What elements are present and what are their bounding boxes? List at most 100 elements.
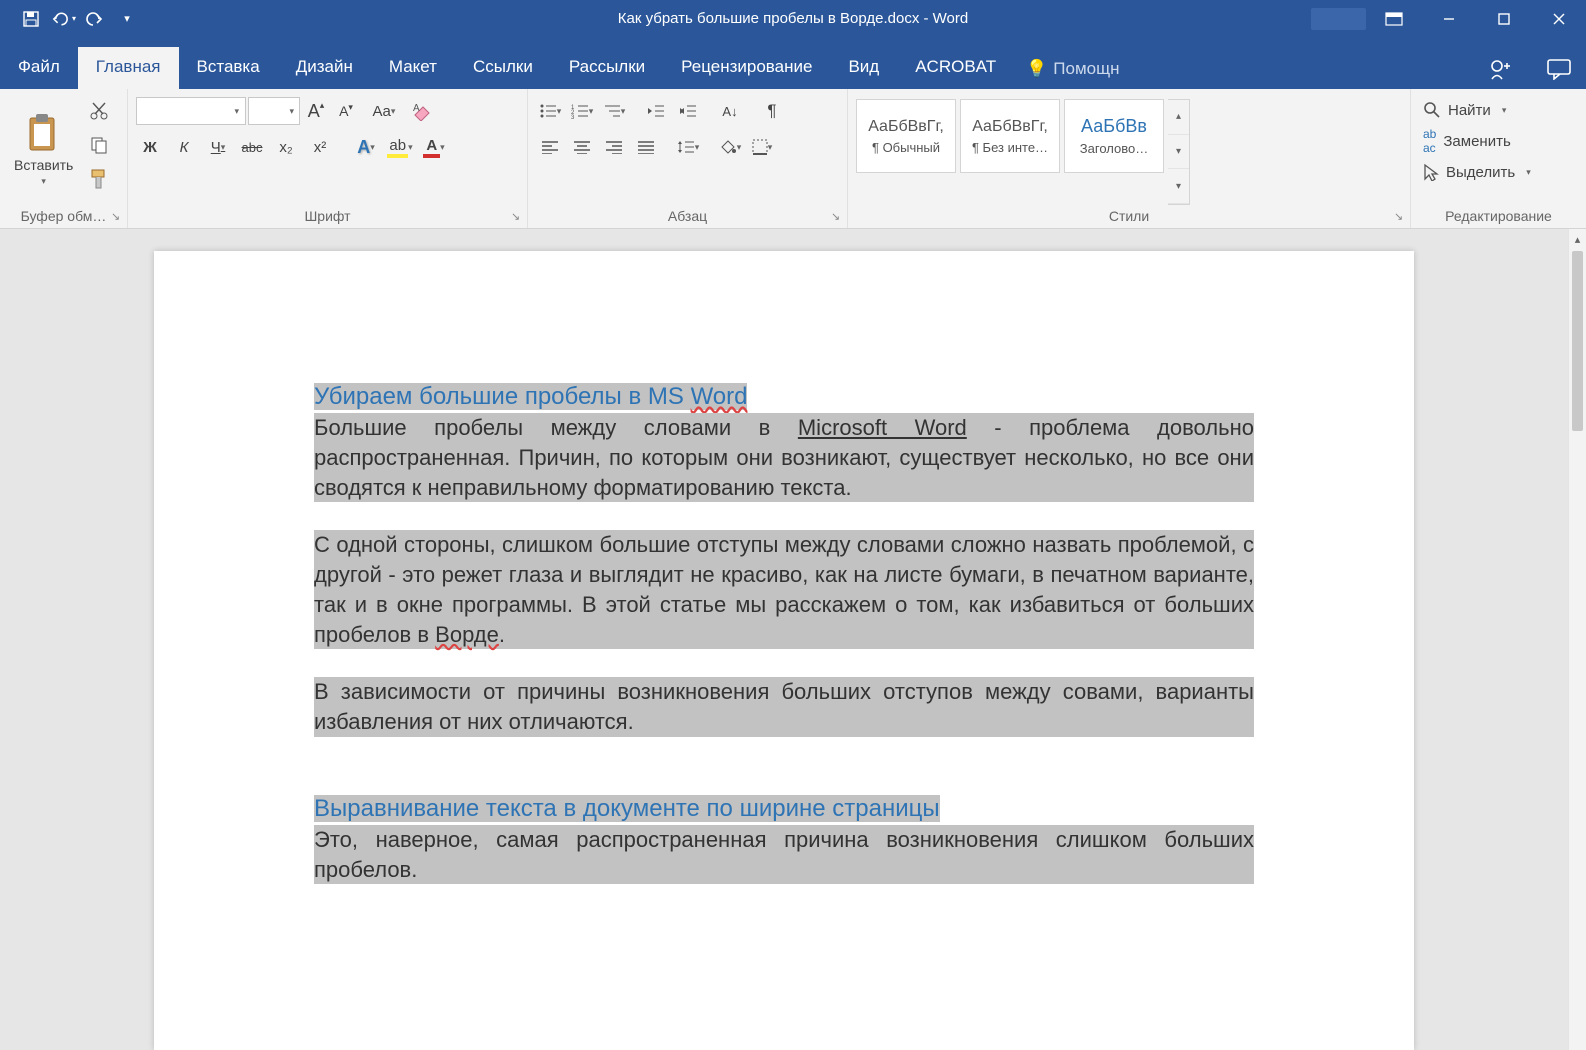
line-spacing-button[interactable]: ▾ [674,133,702,161]
tab-insert[interactable]: Вставка [179,47,278,89]
page[interactable]: Убираем большие пробелы в MS Word Больши… [154,251,1414,1050]
show-marks-button[interactable]: ¶ [758,97,786,125]
document-title: Как убрать большие пробелы в Ворде.docx … [618,10,968,27]
font-dialog-launcher[interactable]: ↘ [511,210,525,224]
tab-references[interactable]: Ссылки [455,47,551,89]
scroll-up-button[interactable]: ▴ [1569,229,1586,249]
gallery-more-icon[interactable]: ▾ [1168,169,1189,204]
vertical-scrollbar[interactable]: ▴ [1568,229,1586,1050]
account-placeholder[interactable] [1311,0,1366,37]
clipboard-dialog-launcher[interactable]: ↘ [111,210,125,224]
superscript-button[interactable]: x² [306,133,334,161]
text-effects-button[interactable]: A▾ [352,133,380,161]
select-button[interactable]: Выделить▾ [1419,161,1578,183]
italic-button[interactable]: К [170,133,198,161]
scissors-icon [89,101,109,121]
brush-icon [88,168,110,190]
tab-review[interactable]: Рецензирование [663,47,830,89]
borders-button[interactable]: ▾ [748,133,776,161]
align-right-icon [605,140,623,154]
tab-mailings[interactable]: Рассылки [551,47,663,89]
style-heading1[interactable]: АаБбВв Заголово… [1064,99,1164,173]
replace-icon: abac [1423,127,1436,155]
tab-layout[interactable]: Макет [371,47,455,89]
sort-button[interactable]: А↓ [716,97,744,125]
strikethrough-button[interactable]: abc [238,133,266,161]
styles-dialog-launcher[interactable]: ↘ [1394,210,1408,224]
font-name-combo[interactable]: ▾ [136,97,246,125]
doc-paragraph3[interactable]: В зависимости от причины возникновения б… [314,677,1254,736]
doc-paragraph4[interactable]: Это, наверное, самая распространенная пр… [314,825,1254,884]
undo-button[interactable]: ▾ [50,6,76,32]
minimize-button[interactable] [1421,0,1476,37]
doc-heading1[interactable]: Убираем большие пробелы в MS Word [314,383,747,410]
doc-paragraph2[interactable]: С одной стороны, слишком большие отступы… [314,530,1254,649]
highlight-button[interactable]: ab▾ [386,133,414,161]
tab-view[interactable]: Вид [830,47,897,89]
bullets-icon [539,103,557,119]
font-color-button[interactable]: A▾ [420,133,448,161]
shading-button[interactable]: ▾ [716,133,744,161]
font-size-combo[interactable]: ▾ [248,97,300,125]
gallery-down-icon[interactable]: ▾ [1168,135,1189,170]
tab-file[interactable]: Файл [0,47,78,89]
paste-button[interactable]: Вставить ▾ [8,93,79,205]
share-icon[interactable] [1488,57,1512,81]
svg-text:A: A [413,103,420,114]
format-painter-button[interactable] [85,165,113,193]
tell-me-search[interactable]: 💡 Помощн [1014,49,1131,89]
group-label-styles: Стили [856,205,1402,228]
align-right-button[interactable] [600,133,628,161]
save-button[interactable] [18,6,44,32]
doc-heading2[interactable]: Выравнивание текста в документе по ширин… [314,795,940,822]
style-normal[interactable]: АаБбВвГг, ¶ Обычный [856,99,956,173]
justify-icon [637,140,655,154]
maximize-button[interactable] [1476,0,1531,37]
styles-gallery-more[interactable]: ▴ ▾ ▾ [1168,99,1190,205]
group-label-clipboard: Буфер обм… [8,205,119,228]
grow-font-button[interactable]: A▴ [302,97,330,125]
titlebar: ▾ ▾ Как убрать большие пробелы в Ворде.d… [0,0,1586,37]
numbering-button[interactable]: 123▾ [568,97,596,125]
increase-indent-button[interactable] [674,97,702,125]
group-paragraph: ▾ 123▾ ▾ А↓ ¶ ▾ ▾ ▾ [528,89,848,228]
numbering-icon: 123 [571,103,589,119]
paragraph-dialog-launcher[interactable]: ↘ [831,210,845,224]
group-label-font: Шрифт [136,205,519,228]
multilevel-list-button[interactable]: ▾ [600,97,628,125]
tab-design[interactable]: Дизайн [278,47,371,89]
align-left-icon [541,140,559,154]
cut-button[interactable] [85,97,113,125]
redo-button[interactable] [82,6,108,32]
justify-button[interactable] [632,133,660,161]
align-center-button[interactable] [568,133,596,161]
bold-button[interactable]: Ж [136,133,164,161]
comments-icon[interactable] [1546,58,1572,80]
gallery-up-icon[interactable]: ▴ [1168,100,1189,135]
doc-paragraph1[interactable]: Большие пробелы между словами в Microsof… [314,413,1254,502]
group-styles: АаБбВвГг, ¶ Обычный АаБбВвГг, ¶ Без инте… [848,89,1411,228]
styles-gallery[interactable]: АаБбВвГг, ¶ Обычный АаБбВвГг, ¶ Без инте… [856,99,1190,205]
cursor-icon [1423,163,1439,181]
shrink-font-button[interactable]: A▾ [332,97,360,125]
close-button[interactable] [1531,0,1586,37]
paste-label: Вставить [14,157,73,173]
ribbon-display-options[interactable] [1366,0,1421,37]
indent-icon [679,103,697,119]
tab-acrobat[interactable]: ACROBAT [897,47,1014,89]
copy-button[interactable] [85,131,113,159]
align-left-button[interactable] [536,133,564,161]
change-case-button[interactable]: Aa▾ [370,97,398,125]
tab-home[interactable]: Главная [78,47,179,89]
clear-formatting-button[interactable]: A [408,97,436,125]
style-no-spacing[interactable]: АаБбВвГг, ¶ Без инте… [960,99,1060,173]
bullets-button[interactable]: ▾ [536,97,564,125]
decrease-indent-button[interactable] [642,97,670,125]
subscript-button[interactable]: x₂ [272,133,300,161]
qat-customize[interactable]: ▾ [114,6,140,32]
replace-button[interactable]: abac Заменить [1419,125,1578,157]
underline-button[interactable]: Ч▾ [204,133,232,161]
document-area[interactable]: Убираем большие пробелы в MS Word Больши… [0,229,1568,1050]
scroll-thumb[interactable] [1572,251,1583,431]
find-button[interactable]: Найти▾ [1419,99,1578,121]
